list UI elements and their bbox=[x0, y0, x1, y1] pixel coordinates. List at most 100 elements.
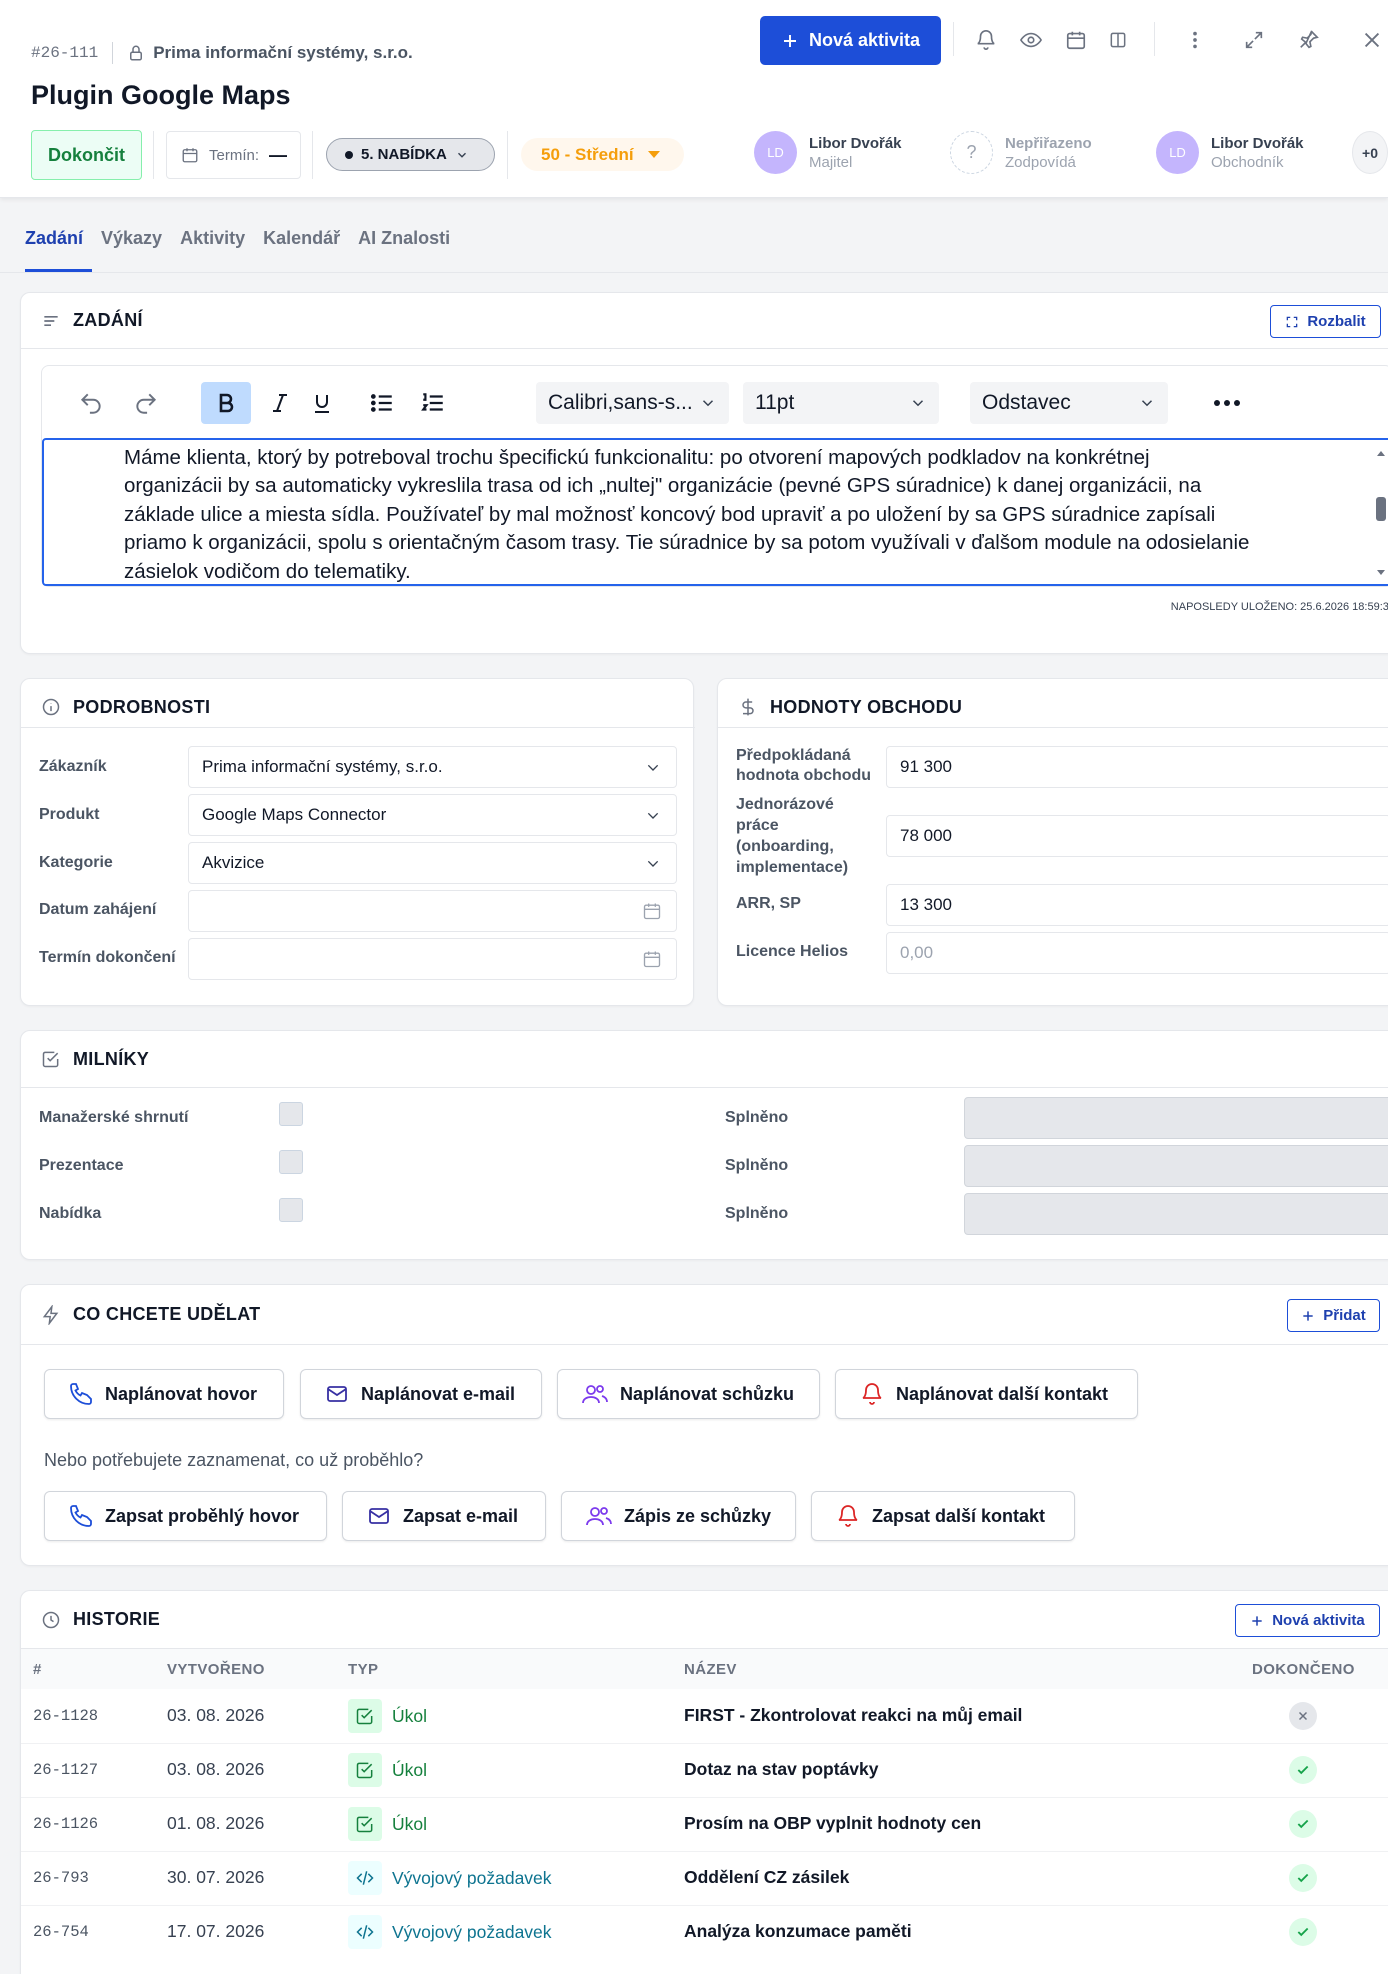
text-line: základe ulice a miesta sídla. Používateľ… bbox=[124, 502, 1216, 526]
tab-zadani[interactable]: Zadání bbox=[25, 228, 93, 272]
plan-call-button[interactable]: Naplánovat hovor bbox=[44, 1369, 284, 1419]
term-field[interactable]: Termín: — bbox=[166, 131, 301, 179]
numbered-list-button[interactable] bbox=[408, 382, 458, 424]
editor-content[interactable]: Máme klienta, ktorý by potreboval trochu… bbox=[42, 438, 1388, 586]
company-name[interactable]: Prima informační systémy, s.r.o. bbox=[153, 43, 413, 63]
eye-icon[interactable] bbox=[1017, 26, 1045, 54]
new-activity-button[interactable]: Nová aktivita bbox=[760, 16, 941, 65]
row-name: FIRST - Zkontrolovat reakci na můj email bbox=[684, 1705, 1023, 1725]
undo-icon bbox=[78, 390, 104, 416]
customer-select[interactable]: Prima informační systémy, s.r.o. bbox=[188, 746, 677, 788]
more-tools-button[interactable] bbox=[1202, 382, 1252, 424]
add-label: Přidat bbox=[1323, 1307, 1366, 1324]
stage-select[interactable]: 5. NABÍDKA bbox=[326, 138, 495, 171]
plan-email-button[interactable]: Naplánovat e-mail bbox=[300, 1369, 542, 1419]
bullet-list-button[interactable] bbox=[357, 382, 407, 424]
one-time-work-input[interactable]: 78 000 bbox=[886, 815, 1388, 857]
chevron-down-icon bbox=[644, 856, 662, 872]
category-select[interactable]: Akvizice bbox=[188, 842, 677, 884]
bell-icon[interactable] bbox=[972, 26, 1000, 54]
split-view-icon[interactable] bbox=[1104, 26, 1132, 54]
editor-scrollbar[interactable] bbox=[1374, 446, 1388, 580]
calendar-icon bbox=[181, 146, 199, 164]
tab-kalendar[interactable]: Kalendář bbox=[254, 228, 349, 272]
product-select[interactable]: Google Maps Connector bbox=[188, 794, 677, 836]
underline-icon bbox=[310, 391, 334, 415]
card-title: CO CHCETE UDĚLAT bbox=[73, 1304, 261, 1324]
checkbox-icon bbox=[41, 1049, 61, 1069]
table-row[interactable]: 26-1128 03. 08. 2026 Úkol FIRST - Zkontr… bbox=[21, 1689, 1388, 1743]
type-label: Úkol bbox=[392, 1813, 428, 1834]
underline-button[interactable] bbox=[297, 382, 347, 424]
licence-input[interactable]: 0,00 bbox=[886, 932, 1388, 974]
licence-label: Licence Helios bbox=[736, 943, 849, 960]
close-icon[interactable] bbox=[1358, 26, 1386, 54]
finish-button[interactable]: Dokončit bbox=[31, 130, 142, 180]
table-row[interactable]: 26-1127 03. 08. 2026 Úkol Dotaz na stav … bbox=[21, 1743, 1388, 1797]
tab-ai-znalosti[interactable]: AI Znalosti bbox=[349, 228, 459, 272]
redo-button[interactable] bbox=[121, 382, 171, 424]
expected-value-input[interactable]: 91 300 bbox=[886, 746, 1388, 788]
start-date-label: Datum zahájení bbox=[39, 901, 157, 918]
card-header: MILNÍKY bbox=[21, 1031, 1388, 1087]
due-date-label: Termín dokončení bbox=[39, 949, 176, 966]
font-family-select[interactable]: Calibri,sans-s... bbox=[536, 382, 729, 424]
calendar-icon[interactable] bbox=[1062, 26, 1090, 54]
bold-button[interactable] bbox=[201, 382, 251, 424]
numbered-list-icon bbox=[420, 390, 446, 416]
plan-meeting-button[interactable]: Naplánovat schůzku bbox=[557, 1369, 820, 1419]
done-check-icon bbox=[1289, 1810, 1317, 1838]
col-header-created: VYTVOŘENO bbox=[167, 1661, 265, 1678]
milestone-checkbox[interactable] bbox=[279, 1150, 303, 1174]
milestone-checkbox[interactable] bbox=[279, 1102, 303, 1126]
expand-button[interactable]: Rozbalit bbox=[1270, 305, 1381, 338]
tab-vykazy[interactable]: Výkazy bbox=[92, 228, 171, 272]
row-type: Vývojový požadavek bbox=[348, 1861, 552, 1895]
responsible-person[interactable]: ? Nepřiřazeno Zodpovídá bbox=[950, 131, 1092, 174]
done-label: Splněno bbox=[725, 1157, 789, 1174]
row-type: Úkol bbox=[348, 1699, 427, 1733]
more-people-badge[interactable]: +0 bbox=[1352, 131, 1388, 174]
table-row[interactable]: 26-793 30. 07. 2026 Vývojový požadavek O… bbox=[21, 1851, 1388, 1905]
card-header: ZADÁNÍ bbox=[21, 293, 1388, 349]
unassigned-avatar: ? bbox=[950, 131, 993, 174]
fullscreen-icon bbox=[1285, 315, 1299, 329]
table-row[interactable]: 26-1126 01. 08. 2026 Úkol Prosím na OBP … bbox=[21, 1797, 1388, 1851]
block-format-select[interactable]: Odstavec bbox=[970, 382, 1168, 424]
lock-icon bbox=[127, 44, 145, 62]
description-text: Máme klienta, ktorý by potreboval trochu… bbox=[124, 444, 1344, 584]
row-type: Úkol bbox=[348, 1807, 427, 1841]
plan-contact-button[interactable]: Naplánovat další kontakt bbox=[835, 1369, 1138, 1419]
row-id: 26-1127 bbox=[33, 1761, 99, 1779]
start-date-field[interactable] bbox=[188, 890, 677, 932]
row-date: 17. 07. 2026 bbox=[167, 1921, 265, 1941]
dollar-icon bbox=[738, 697, 758, 717]
priority-select[interactable]: 50 - Střední bbox=[521, 138, 684, 171]
log-meeting-button[interactable]: Zápis ze schůzky bbox=[561, 1491, 796, 1541]
label-line: hodnota obchodu bbox=[736, 767, 872, 784]
log-call-button[interactable]: Zapsat proběhlý hovor bbox=[44, 1491, 327, 1541]
type-label: Úkol bbox=[392, 1705, 428, 1726]
done-date-field bbox=[964, 1097, 1388, 1139]
row-type: Úkol bbox=[348, 1753, 427, 1787]
add-button[interactable]: Přidat bbox=[1287, 1299, 1380, 1332]
label-line: Předpokládaná bbox=[736, 747, 851, 764]
salesperson-person[interactable]: LD Libor Dvořák Obchodník bbox=[1156, 131, 1304, 174]
editor-toolbar: Calibri,sans-s... 11pt Odstavec bbox=[42, 366, 1388, 438]
expand-icon[interactable] bbox=[1240, 26, 1268, 54]
log-contact-button[interactable]: Zapsat další kontakt bbox=[811, 1491, 1075, 1541]
log-email-button[interactable]: Zapsat e-mail bbox=[342, 1491, 546, 1541]
person-role: Majitel bbox=[809, 153, 853, 171]
pin-icon[interactable] bbox=[1295, 26, 1323, 54]
milestone-checkbox[interactable] bbox=[279, 1198, 303, 1222]
table-row[interactable]: 26-754 17. 07. 2026 Vývojový požadavek A… bbox=[21, 1905, 1388, 1959]
font-size-select[interactable]: 11pt bbox=[743, 382, 939, 424]
tab-aktivity[interactable]: Aktivity bbox=[171, 228, 254, 272]
due-date-field[interactable] bbox=[188, 938, 677, 980]
owner-person[interactable]: LD Libor Dvořák Majitel bbox=[754, 131, 902, 174]
more-vertical-icon[interactable] bbox=[1181, 26, 1209, 54]
undo-button[interactable] bbox=[66, 382, 116, 424]
arr-input[interactable]: 13 300 bbox=[886, 884, 1388, 926]
divider bbox=[21, 1087, 1388, 1088]
history-new-activity-button[interactable]: Nová aktivita bbox=[1235, 1604, 1380, 1637]
